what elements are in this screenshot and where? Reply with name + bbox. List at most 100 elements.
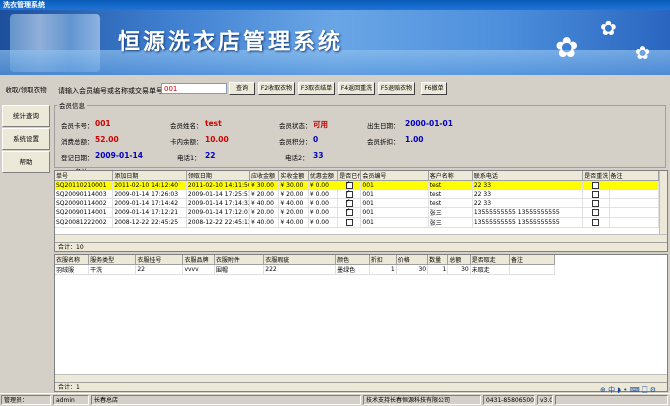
item-col-header[interactable]: 衣服附件 xyxy=(214,255,265,265)
order-cell: 2009-01-14 17:12:01 xyxy=(186,207,250,218)
order-col-header[interactable]: 联系电话 xyxy=(472,171,584,181)
checkbox-cell xyxy=(582,207,610,218)
search-label: 请输入会员编号或名称或交易单号: xyxy=(58,87,166,95)
order-cell: ¥ 0.00 xyxy=(308,180,339,190)
order-row[interactable]: SQ20090114003 2009-01-14 17:26:03 2009-01-… xyxy=(55,189,660,199)
orders-grid[interactable]: 单号 添加日期 领取日期 应收金额 实收金额 优惠金额 是否已付 会员编号 客户名称 联系电话 是否… xyxy=(54,170,668,252)
order-col-header[interactable]: 添加日期 xyxy=(112,171,187,181)
item-col-header[interactable]: 衣服挂号 xyxy=(135,255,184,265)
item-col-header[interactable]: 总额 xyxy=(447,255,471,265)
item-col-header[interactable]: 是否取走 xyxy=(470,255,511,265)
order-cell: 2011-02-10 14:11:50 xyxy=(186,180,250,190)
support-phone: 0431-85806500 82737505 xyxy=(483,395,535,405)
store-name: 长春总店 xyxy=(91,395,361,405)
item-col-header[interactable]: 价格 xyxy=(396,255,429,265)
order-cell: 13555555555 13555555555 xyxy=(472,217,584,228)
checkbox-icon[interactable] xyxy=(592,190,600,198)
order-col-header[interactable]: 客户名称 xyxy=(428,171,473,181)
order-cell: ¥ 40.00 xyxy=(278,198,309,208)
item-cell: vvvv xyxy=(182,264,215,275)
item-cell: 1 xyxy=(369,264,397,275)
order-cell: ¥ 20.00 xyxy=(278,207,309,218)
order-col-header[interactable]: 优惠金额 xyxy=(308,171,339,181)
checkbox-icon[interactable] xyxy=(345,190,353,198)
order-cell: 2009-01-14 17:14:33 xyxy=(186,198,250,208)
order-cell: 2009-01-14 17:25:51 xyxy=(186,189,250,199)
nav-statistics[interactable]: 统计查询 xyxy=(2,105,50,127)
order-cell xyxy=(609,198,660,208)
order-cell: 001 xyxy=(360,189,429,199)
items-grid[interactable]: 衣服名称 服务类型 衣服挂号 衣服品牌 衣服附件 衣服瑕疵 颜色 折扣 价格 数量 总额 是否取走 备注… xyxy=(54,254,668,392)
checkbox-icon[interactable] xyxy=(345,208,353,216)
item-cell: 30 xyxy=(396,264,429,275)
order-col-header[interactable]: 是否重洗 xyxy=(582,171,610,181)
item-col-header[interactable]: 衣服品牌 xyxy=(182,255,215,265)
checkbox-cell xyxy=(582,217,610,228)
order-col-header[interactable]: 会员编号 xyxy=(360,171,429,181)
order-cell xyxy=(609,180,660,190)
order-col-header[interactable]: 单号 xyxy=(55,171,114,181)
order-row[interactable]: SQ20081222002 2008-12-22 22:45:25 2008-12-… xyxy=(55,217,660,228)
order-col-header[interactable]: 实收金额 xyxy=(278,171,309,181)
orders-hscrollbar[interactable] xyxy=(55,234,667,242)
search-input[interactable]: 001 xyxy=(161,83,227,94)
checkout-button[interactable]: F3取衣结单 xyxy=(298,82,335,95)
order-cell: 张三 xyxy=(428,217,473,228)
member-status-label: 会员状态： xyxy=(279,122,312,130)
order-col-header[interactable]: 应收金额 xyxy=(249,171,280,181)
order-row[interactable]: SQ20090114002 2009-01-14 17:14:42 2009-01-… xyxy=(55,198,660,208)
item-cell: 未取走 xyxy=(470,264,511,275)
order-col-header[interactable]: 是否已付 xyxy=(337,171,362,181)
item-col-header[interactable]: 衣服瑕疵 xyxy=(263,255,337,265)
order-cell: 张三 xyxy=(428,207,473,218)
checkbox-icon[interactable] xyxy=(345,219,353,226)
item-col-header[interactable]: 数量 xyxy=(427,255,449,265)
item-row[interactable]: 羽绒服 干洗 22 vvvv 围帽 222 墨绿色 1 30 1 30 未取走 xyxy=(55,264,555,275)
checkbox-icon[interactable] xyxy=(345,199,353,207)
order-col-header[interactable]: 备注 xyxy=(609,171,660,181)
order-cell: 001 xyxy=(360,217,429,228)
order-cell: ¥ 40.00 xyxy=(249,217,280,228)
phone2-label: 电话2： xyxy=(285,154,309,162)
checkbox-icon[interactable] xyxy=(592,199,600,207)
checkbox-icon[interactable] xyxy=(345,181,353,189)
item-col-header[interactable]: 衣服名称 xyxy=(55,255,90,265)
order-cell: ¥ 0.00 xyxy=(308,198,339,208)
checkbox-cell xyxy=(582,189,610,199)
query-button[interactable]: 查询 xyxy=(229,82,255,95)
order-cell: 2008-12-22 22:45:25 xyxy=(112,217,187,228)
nav-help[interactable]: 帮助 xyxy=(2,151,50,173)
item-col-header[interactable]: 备注 xyxy=(509,255,555,265)
item-col-header[interactable]: 颜色 xyxy=(335,255,370,265)
discount-value: 1.00 xyxy=(405,135,424,144)
order-cell: test xyxy=(428,198,473,208)
order-row[interactable]: SQ20110210001 2011-02-10 14:12:40 2011-02-… xyxy=(55,180,660,190)
cancel-order-button[interactable]: F6撤单 xyxy=(421,82,447,95)
checkbox-icon[interactable] xyxy=(592,181,600,189)
discount-label: 会员折扣： xyxy=(367,138,400,146)
order-cell: 22 33 xyxy=(472,180,584,190)
reg-date-value: 2009-01-14 xyxy=(95,151,143,160)
order-cell: ¥ 0.00 xyxy=(308,217,339,228)
checkbox-icon[interactable] xyxy=(592,219,600,226)
order-col-header[interactable]: 领取日期 xyxy=(186,171,250,181)
nav-collect-clothes[interactable]: 收取/领取衣物 xyxy=(2,80,50,102)
items-hscrollbar[interactable] xyxy=(55,374,667,382)
nav-settings[interactable]: 系统设置 xyxy=(2,128,50,150)
order-cell: ¥ 0.00 xyxy=(308,189,339,199)
checkbox-icon[interactable] xyxy=(592,209,600,216)
order-cell: 13555555555 13555555555 xyxy=(472,207,584,218)
version: v3.0 xyxy=(537,395,553,405)
order-row[interactable]: SQ20090114001 2009-01-14 17:12:21 2009-01-… xyxy=(55,207,660,218)
main-content: 请输入会员编号或名称或交易单号: 001 查询 F2收取衣物 F3取衣结单 F4… xyxy=(53,78,668,392)
rewash-button[interactable]: F4返回重洗 xyxy=(338,82,375,95)
compensate-button[interactable]: F5退赔衣物 xyxy=(378,82,415,95)
collect-clothes-button[interactable]: F2收取衣物 xyxy=(258,82,295,95)
phone1-value: 22 xyxy=(205,151,216,160)
order-cell: SQ20090114002 xyxy=(55,198,114,208)
item-col-header[interactable]: 服务类型 xyxy=(88,255,137,265)
orders-footer: 合计：10 xyxy=(55,242,667,251)
order-cell xyxy=(609,207,660,218)
order-cell: 001 xyxy=(360,198,429,208)
item-col-header[interactable]: 折扣 xyxy=(369,255,397,265)
